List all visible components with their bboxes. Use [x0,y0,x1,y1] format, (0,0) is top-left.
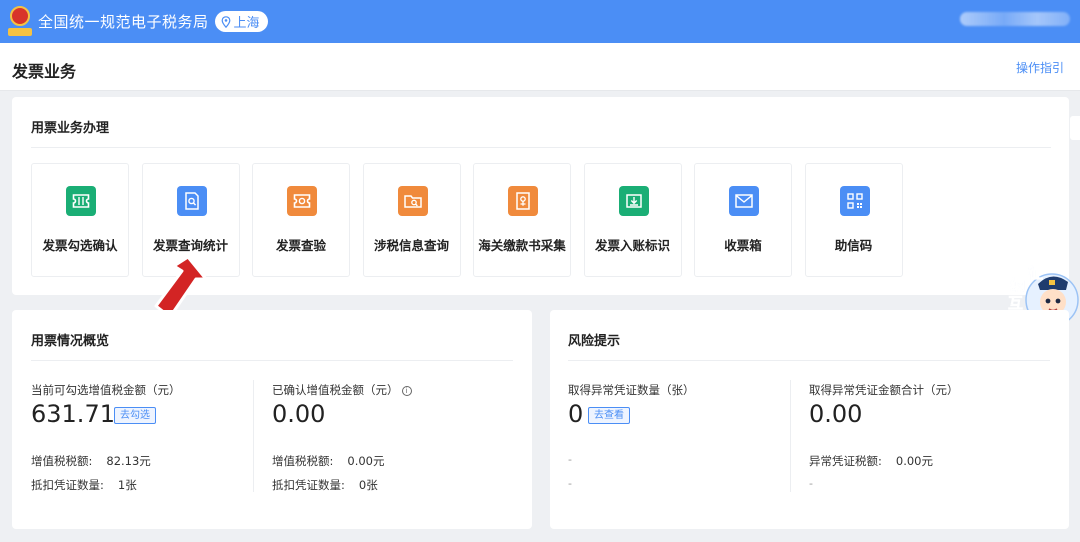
go-select-button[interactable]: 去勾选 [114,407,156,424]
folder-search-icon [397,186,428,216]
document-search-icon [176,186,207,216]
operation-guide-link[interactable]: 操作指引 [1016,59,1064,76]
section-title: 风险提示 [568,334,621,349]
tax-emblem-logo [8,5,32,38]
ticket-icon [66,186,96,216]
section-title: 用票业务办理 [31,121,110,136]
user-info-blurred[interactable] [960,12,1070,26]
empty-value: - [568,453,572,466]
tile-invoice-inbox[interactable]: 收票箱 [694,163,792,277]
tile-label: 发票查验 [275,238,326,253]
selectable-vat-label: 当前可勾选增值税金额（元） [31,383,181,397]
divider [31,360,513,361]
tile-label: 收票箱 [724,238,762,253]
empty-value: - [568,477,572,490]
tile-customs-payment-collection[interactable]: 海关缴款书采集 [473,163,571,277]
abnormal-voucher-count-label: 取得异常凭证数量（张） [568,383,695,397]
deduction-voucher-count-row: 抵扣凭证数量: 1张 [31,478,137,492]
location-pin-icon [221,15,230,28]
usage-overview-card: 用票情况概览 当前可勾选增值税金额（元） 631.71 去勾选 增值税税额: 82… [12,310,532,529]
tile-tax-info-query[interactable]: 涉税信息查询 [362,163,461,277]
go-view-button[interactable]: 去查看 [588,407,630,424]
confirmed-vat-label: 已确认增值税金额（元） i [272,382,412,398]
confirmed-vat-value: 0.00 [272,400,326,428]
side-float-tab[interactable] [1070,116,1080,140]
abnormal-voucher-tax-row: 异常凭证税额: 0.00元 [809,454,933,468]
location-label: 上海 [233,16,260,31]
top-header: 全国统一规范电子税务局 上海 [0,0,1080,43]
tile-label: 海关缴款书采集 [478,238,566,253]
tile-label: 助信码 [834,238,873,253]
vertical-divider [790,380,791,492]
divider [568,360,1050,361]
qr-code-icon [839,186,870,216]
customs-document-icon [508,186,538,216]
confirmed-vat-tax-row: 增值税税额: 0.00元 [272,454,385,468]
info-icon[interactable]: i [401,386,412,396]
mail-icon [729,186,759,216]
abnormal-voucher-amount-value: 0.00 [809,400,863,428]
empty-value: - [809,477,813,490]
verify-ticket-icon [287,186,317,216]
inbox-download-icon [618,186,649,216]
risk-alert-card: 风险提示 取得异常凭证数量（张） 0 去查看 - - 取得异常凭证金额合计（元）… [550,310,1069,529]
tile-invoice-selection-confirm[interactable]: 发票勾选确认 [31,163,129,277]
tile-invoice-verification[interactable]: 发票查验 [252,163,350,277]
vertical-divider [253,380,254,492]
confirmed-voucher-count-row: 抵扣凭证数量: 0张 [272,478,378,492]
site-title[interactable]: 全国统一规范电子税务局 [38,11,209,32]
tile-label: 发票查询统计 [152,238,228,253]
page-title: 发票业务 [12,62,77,81]
location-selector[interactable]: 上海 [214,11,268,32]
mascot-text-zheng: 征 [1028,264,1043,282]
abnormal-voucher-count-value: 0 [568,400,584,428]
selectable-vat-value: 631.71 [31,400,115,428]
mascot-text-na: 纳 [1010,276,1025,294]
vat-tax-row: 增值税税额: 82.13元 [31,454,151,468]
divider [31,147,1051,148]
tile-label: 发票勾选确认 [42,238,118,253]
tile-label: 涉税信息查询 [373,238,449,253]
tile-invoice-posting-mark[interactable]: 发票入账标识 [583,163,682,277]
tile-label: 发票入账标识 [594,238,670,253]
abnormal-voucher-amount-label: 取得异常凭证金额合计（元） [809,383,959,397]
tile-credit-code[interactable]: 助信码 [804,163,903,277]
section-title: 用票情况概览 [31,334,110,349]
page-header: 发票业务 操作指引 [0,43,1080,91]
